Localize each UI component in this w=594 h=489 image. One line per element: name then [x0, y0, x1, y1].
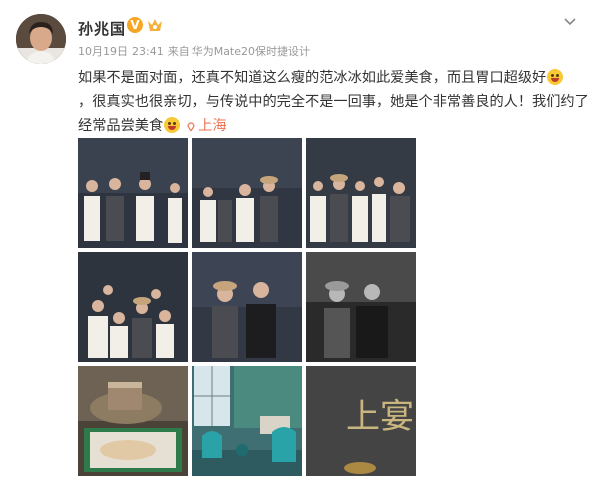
post-time: 23:41: [132, 45, 164, 58]
avatar[interactable]: [16, 14, 66, 64]
photo-3[interactable]: [306, 138, 416, 248]
post-text-line-3: 经常品尝美食: [78, 118, 164, 134]
photo-4[interactable]: [78, 252, 188, 362]
tongue-emoji-icon: [547, 69, 564, 85]
laughing-emoji-icon: [164, 117, 181, 133]
photo-5[interactable]: [192, 252, 302, 362]
post-source[interactable]: 华为Mate20保时捷设计: [192, 45, 310, 58]
user-name[interactable]: 孙兆国: [78, 18, 126, 39]
post-text-line-2-start: ，: [78, 94, 93, 110]
weibo-post-card: 孙兆国 V 10月19日 23:41 来自 华为Mate20保时捷设计 如果不是面对面…: [0, 0, 594, 489]
photo-9[interactable]: 上宴: [306, 366, 416, 476]
source-prefix: 来自: [167, 45, 190, 58]
location-pin-icon: [187, 122, 195, 131]
photo-1[interactable]: [78, 138, 188, 248]
chevron-down-icon[interactable]: [562, 14, 578, 30]
location-link[interactable]: 上海: [198, 118, 226, 134]
post-meta: 10月19日 23:41 来自 华为Mate20保时捷设计: [78, 43, 314, 59]
photo-2[interactable]: [192, 138, 302, 248]
sign-text: 上宴: [346, 397, 414, 437]
post-text-line-1: 如果不是面对面，还真不知道这么瘦的范冰冰如此爱美食，而且胃口超级好: [78, 70, 547, 86]
photo-8[interactable]: [192, 366, 302, 476]
verified-icon: V: [127, 17, 143, 33]
post-text-line-2: 很真实也很亲切，与传说中的完全不是一回事，她是个非常善良的人！我们约了: [92, 94, 589, 110]
photo-6[interactable]: [306, 252, 416, 362]
post-text: 如果不是面对面，还真不知道这么瘦的范冰冰如此爱美食，而且胃口超级好 ，很真实也很…: [78, 66, 589, 138]
vip-level-icon: [148, 19, 162, 31]
post-date: 10月19日: [78, 45, 128, 58]
photo-7[interactable]: [78, 366, 188, 476]
